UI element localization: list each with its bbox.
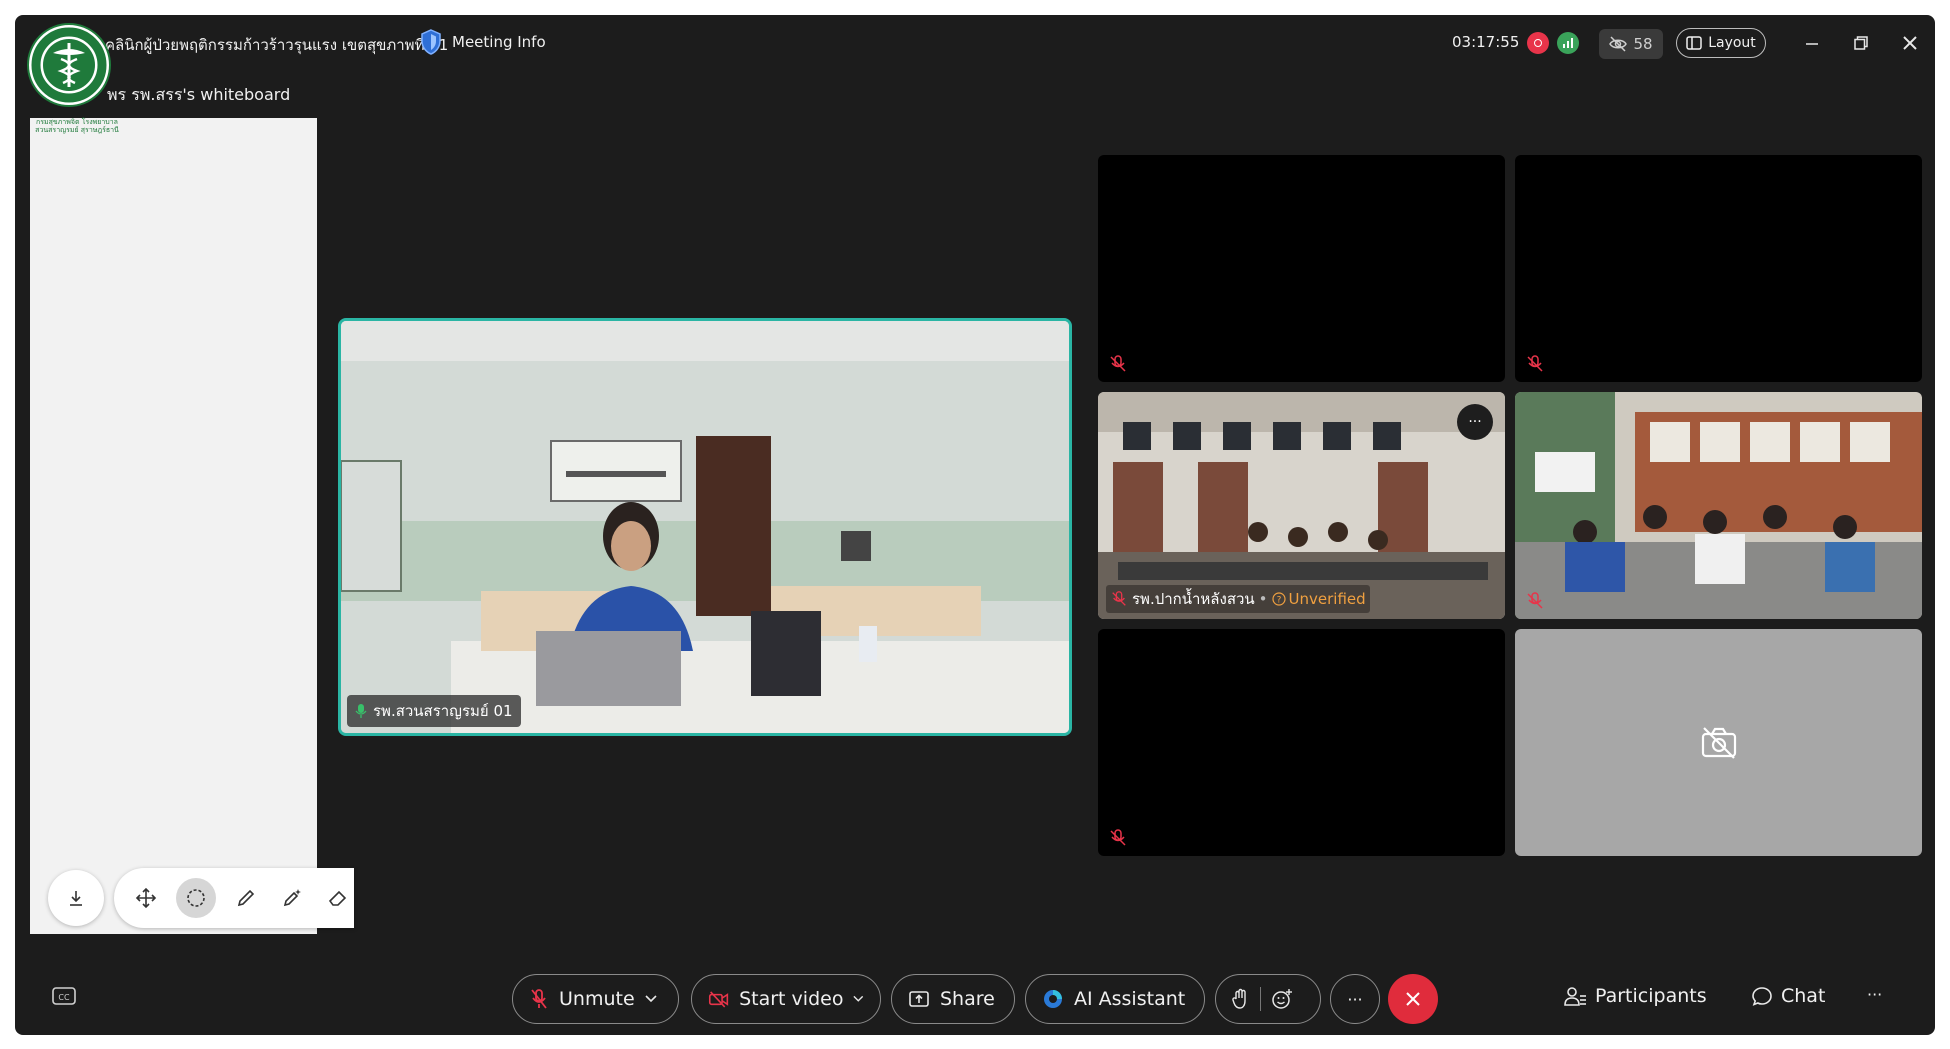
unmute-label: Unmute xyxy=(559,988,635,1010)
participants-label: Participants xyxy=(1595,985,1707,1007)
share-screen-icon xyxy=(909,991,929,1007)
chevron-down-icon[interactable] xyxy=(645,995,657,1003)
ai-assistant-icon xyxy=(1044,990,1062,1008)
meeting-title: คลินิกผู้ป่วยพฤติกรรมก้าวร้าวรุนแรง เขตส… xyxy=(105,36,449,54)
download-button[interactable] xyxy=(48,870,104,926)
download-icon xyxy=(70,891,82,906)
participants-button[interactable]: Participants xyxy=(1563,985,1707,1007)
minimize-icon xyxy=(1806,43,1818,45)
hidden-count: 58 xyxy=(1633,35,1653,53)
participant-tile[interactable] xyxy=(1515,629,1922,856)
start-video-label: Start video xyxy=(739,988,844,1010)
whiteboard-logo-text: กรมสุขภาพจิต โรงพยาบาลสวนสราญรมย์ สุราษฎ… xyxy=(35,118,119,134)
svg-text:CC: CC xyxy=(58,993,70,1002)
participant-name-tag: รพ.ปากน้ำหลังสวน • ? Unverified xyxy=(1106,585,1370,613)
camera-off-icon xyxy=(1701,727,1737,759)
top-bar: คลินิกผู้ป่วยพฤติกรรมก้าวร้าวรุนแรง เขตส… xyxy=(15,15,1935,71)
ai-assistant-button[interactable]: AI Assistant xyxy=(1025,974,1205,1024)
svg-text:?: ? xyxy=(1276,596,1281,606)
muted-mic-icon xyxy=(531,989,547,1009)
overflow-label: ··· xyxy=(1867,985,1883,1004)
raise-hand-icon[interactable] xyxy=(1230,988,1250,1010)
question-circle-icon: ? xyxy=(1271,592,1286,606)
unverified-badge[interactable]: ? Unverified xyxy=(1271,590,1366,608)
close-window-button[interactable] xyxy=(1896,29,1924,57)
video-off-icon xyxy=(708,991,729,1008)
whiteboard-canvas[interactable]: กรมสุขภาพจิต โรงพยาบาลสวนสราญรมย์ สุราษฎ… xyxy=(30,118,354,934)
minimize-button[interactable] xyxy=(1798,29,1826,57)
move-icon xyxy=(135,887,157,909)
bottom-control-bar: CC Unmute Start video Share AI Assistant… xyxy=(15,965,1935,1035)
lasso-tool[interactable] xyxy=(176,878,216,918)
lasso-icon xyxy=(187,889,205,907)
meeting-info-label: Meeting Info xyxy=(452,33,546,51)
overflow-menu-button[interactable]: ··· xyxy=(1867,985,1882,1004)
move-tool[interactable] xyxy=(130,882,162,914)
share-label: Share xyxy=(940,988,995,1010)
meeting-info-button[interactable]: Meeting Info xyxy=(420,29,546,55)
ministry-logo xyxy=(27,23,111,107)
recording-icon[interactable] xyxy=(1527,32,1549,54)
meeting-window: คลินิกผู้ป่วยพฤติกรรมก้าวร้าวรุนแรง เขตส… xyxy=(15,15,1935,1035)
share-button[interactable]: Share xyxy=(891,974,1015,1024)
eraser-icon xyxy=(328,890,347,906)
participant-tile[interactable] xyxy=(1515,392,1922,619)
chat-icon xyxy=(1752,987,1772,1006)
restore-icon xyxy=(1854,36,1868,50)
participant-name: รพ.ปากน้ำหลังสวน xyxy=(1132,590,1255,608)
unmute-button[interactable]: Unmute xyxy=(512,974,679,1024)
participant-tile[interactable]: ··· รพ.ปากน้ำหลังสวน • ? Unverified xyxy=(1098,392,1505,619)
whiteboard-toolbar xyxy=(48,868,354,928)
eye-slash-icon xyxy=(1609,36,1628,52)
layout-icon xyxy=(1686,36,1702,50)
close-icon xyxy=(1406,992,1420,1006)
unverified-label: Unverified xyxy=(1288,590,1366,608)
muted-mic-icon xyxy=(1527,355,1543,372)
whiteboard-label: พร รพ.สรร's whiteboard xyxy=(107,85,291,104)
active-speaker-name: รพ.สวนสราญรมย์ 01 xyxy=(373,702,513,720)
chat-label: Chat xyxy=(1781,985,1826,1007)
muted-mic-icon xyxy=(1110,829,1126,846)
participants-icon xyxy=(1564,987,1586,1006)
reactions-group xyxy=(1215,974,1321,1024)
start-video-button[interactable]: Start video xyxy=(691,974,881,1024)
emoji-reaction-icon[interactable] xyxy=(1271,988,1293,1010)
tile-more-button[interactable]: ··· xyxy=(1457,404,1493,440)
magic-pen-icon xyxy=(283,889,301,907)
close-icon xyxy=(1903,36,1917,50)
muted-mic-icon xyxy=(1110,355,1126,372)
muted-mic-icon xyxy=(1112,591,1126,606)
caduceus-icon xyxy=(31,27,107,103)
participant-tile[interactable] xyxy=(1515,155,1922,382)
muted-mic-icon xyxy=(1527,592,1543,609)
separator-dot: • xyxy=(1258,590,1268,608)
pen-tool[interactable] xyxy=(230,882,262,914)
active-speaker-name-tag: รพ.สวนสราญรมย์ 01 xyxy=(347,695,521,727)
restore-button[interactable] xyxy=(1847,29,1875,57)
meeting-timer: 03:17:55 xyxy=(1452,33,1520,51)
speaker-video-frame xyxy=(341,321,1069,733)
closed-captions-icon[interactable]: CC xyxy=(51,983,77,1009)
magic-pen-tool[interactable] xyxy=(276,882,308,914)
participant-tile[interactable] xyxy=(1098,629,1505,856)
pen-icon xyxy=(237,889,255,907)
microphone-icon xyxy=(355,704,367,718)
more-options-button[interactable]: ··· xyxy=(1330,974,1380,1024)
active-speaker-video[interactable]: รพ.สวนสราญรมย์ 01 xyxy=(338,318,1072,736)
network-health-icon[interactable] xyxy=(1557,32,1579,54)
eraser-tool[interactable] xyxy=(322,882,354,914)
more-label: ··· xyxy=(1347,989,1363,1009)
drawing-tools xyxy=(114,868,354,928)
classroom-video xyxy=(1515,392,1922,619)
hidden-participants-badge[interactable]: 58 xyxy=(1599,29,1663,59)
divider xyxy=(1260,987,1261,1011)
shield-icon xyxy=(421,29,441,55)
chevron-down-icon[interactable] xyxy=(853,995,864,1003)
chat-button[interactable]: Chat xyxy=(1751,985,1825,1007)
participant-tile[interactable] xyxy=(1098,155,1505,382)
layout-button[interactable]: Layout xyxy=(1676,28,1766,58)
layout-label: Layout xyxy=(1708,35,1756,51)
ai-assistant-label: AI Assistant xyxy=(1074,988,1186,1010)
leave-meeting-button[interactable] xyxy=(1388,974,1438,1024)
